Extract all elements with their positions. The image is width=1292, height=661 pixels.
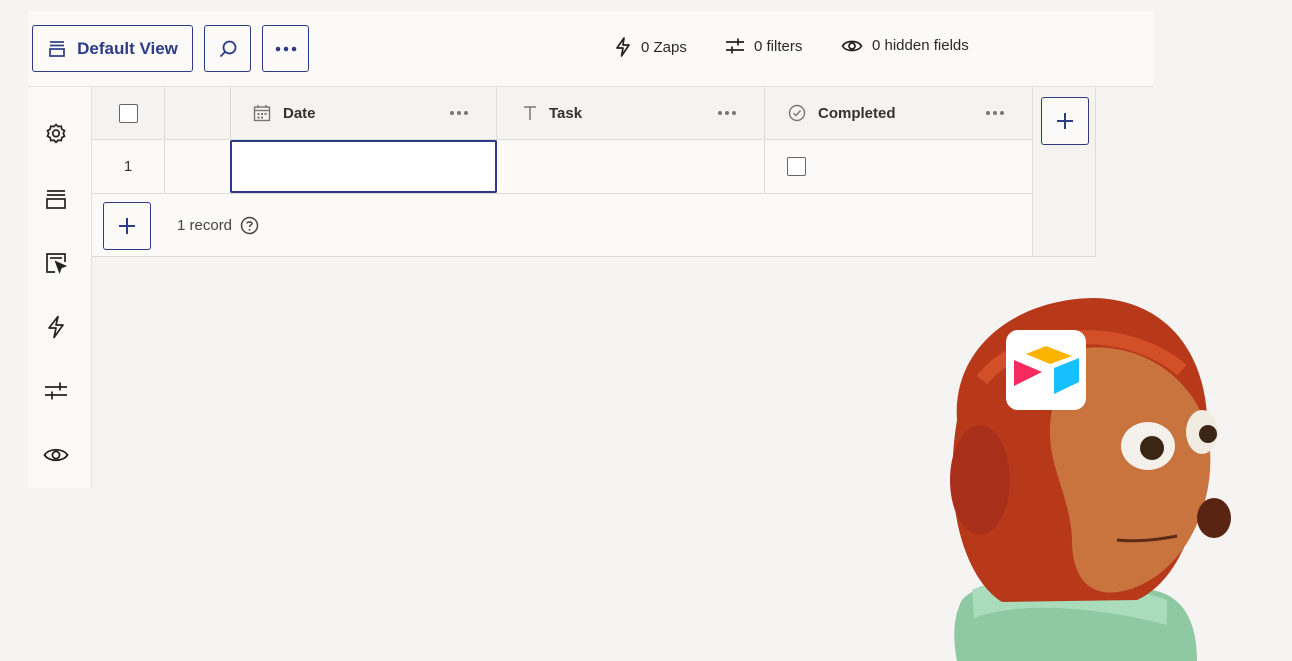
plus-icon [119,218,135,234]
calendar-icon [253,105,271,122]
plus-icon [1057,113,1073,129]
search-button[interactable] [204,25,251,72]
views-button[interactable] [42,185,70,213]
column-menu-task[interactable] [718,111,736,115]
search-icon [219,40,236,57]
filter-icon [726,38,744,54]
form-icon [46,253,68,274]
left-rail [28,87,92,488]
view-icon [46,190,66,209]
select-all-cell [92,87,165,140]
settings-button[interactable] [42,120,70,148]
text-icon [524,106,536,120]
row-expand-header [165,87,231,140]
hidden-fields-label: 0 hidden fields [872,37,969,54]
zaps-count[interactable]: 0 Zaps [614,37,687,57]
hidden-fields-button[interactable] [42,441,70,469]
column-name-date: Date [283,104,316,122]
add-column-area [1033,87,1096,257]
eye-icon [43,448,69,462]
more-options-button[interactable] [262,25,309,72]
eye-icon [841,40,863,51]
settings-icon [46,123,66,144]
column-header-completed[interactable]: Completed [765,87,1033,140]
toolbar: Default View 0 Zaps 0 filters 0 hidden f… [28,11,1154,87]
help-icon[interactable] [240,216,259,235]
view-icon [49,40,65,57]
column-header-task[interactable]: Task [497,87,765,140]
grid-footer: 1 record [92,194,1033,257]
select-all-checkbox[interactable] [118,103,138,123]
record-count-label: 1 record [177,217,233,234]
zap-icon [48,315,64,339]
filters-count[interactable]: 0 filters [725,37,802,55]
row-expand-cell[interactable] [165,140,231,194]
more-icon [275,46,296,51]
task-cell[interactable] [497,140,765,194]
row-number: 1 [92,140,165,194]
add-column-button[interactable] [1041,97,1089,145]
zap-icon [616,37,630,57]
record-count: 1 record [177,216,259,235]
data-grid: Date Task Completed 1 1 record [92,87,1096,257]
column-header-date[interactable]: Date [231,87,497,140]
column-menu-date[interactable] [450,111,468,115]
active-cell-outline [230,140,497,193]
monkey-puppet-illustration [950,298,1231,661]
completed-checkbox[interactable] [787,157,806,176]
automations-button[interactable] [42,313,70,341]
filters-button[interactable] [42,377,70,405]
interfaces-button[interactable] [42,249,70,277]
add-record-button[interactable] [103,202,151,250]
default-view-label: Default View [77,38,178,58]
column-menu-completed[interactable] [986,111,1004,115]
hidden-fields-count[interactable]: 0 hidden fields [841,37,969,54]
column-name-completed: Completed [818,104,896,122]
zaps-label: 0 Zaps [641,38,687,56]
default-view-button[interactable]: Default View [32,25,193,72]
column-name-task: Task [549,104,583,122]
check-circle-icon [788,104,806,122]
completed-cell[interactable] [765,140,1033,194]
date-cell[interactable] [230,140,497,194]
filters-label: 0 filters [754,37,803,55]
filter-icon [45,382,67,400]
